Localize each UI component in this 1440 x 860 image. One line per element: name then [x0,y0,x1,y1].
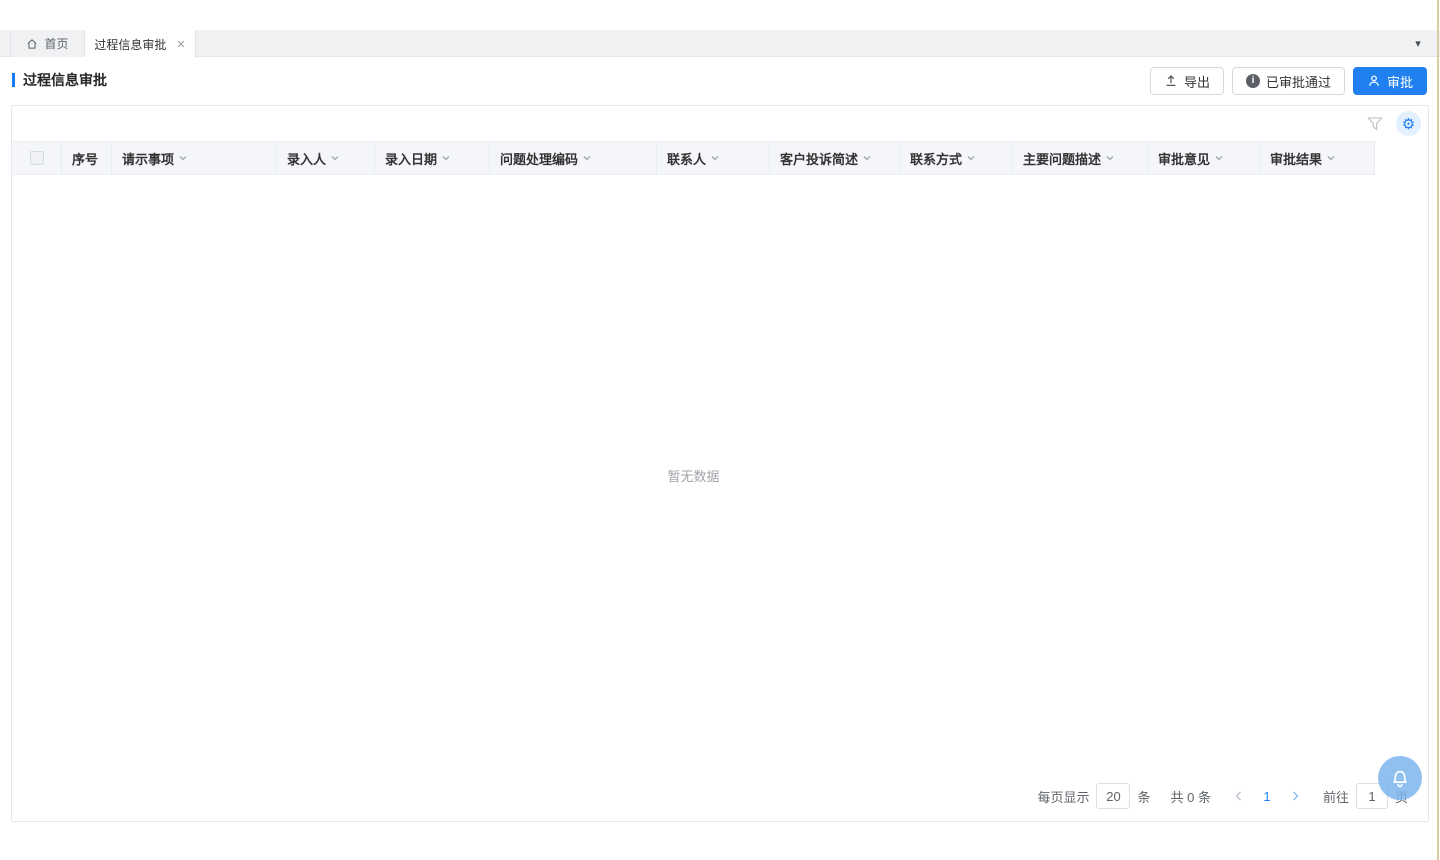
sort-chevron-icon[interactable] [710,153,720,163]
settings-gear-icon[interactable]: ⚙ [1396,111,1421,136]
table-toolbar: ⚙ [12,106,1428,141]
column-header-complaint-summary[interactable]: 客户投诉简述 [770,142,900,174]
column-header-seq: 序号 [62,142,112,174]
per-page-label: 每页显示 [1037,787,1089,806]
title-accent-bar [12,73,15,87]
sort-chevron-icon[interactable] [441,153,451,163]
per-page-unit: 条 [1137,787,1150,806]
sort-chevron-icon[interactable] [1105,153,1115,163]
column-header-approval-result[interactable]: 审批结果 [1260,142,1375,174]
notification-fab[interactable] [1378,756,1422,800]
sort-chevron-icon[interactable] [862,153,872,163]
goto-label: 前往 [1323,787,1349,806]
approve-button-label: 审批 [1387,72,1413,91]
column-header-approval-opinion[interactable]: 审批意见 [1148,142,1260,174]
next-page-icon[interactable] [1281,783,1309,809]
column-header-request-item[interactable]: 请示事项 [112,142,277,174]
approved-button-label: 已审批通过 [1266,72,1331,91]
export-icon [1164,74,1178,88]
empty-state-text: 暂无数据 [667,466,719,485]
page-size-input[interactable] [1096,783,1130,809]
total-count-text: 共 0 条 [1171,787,1211,806]
page-edge-divider [1437,0,1439,860]
column-header-main-issue-desc[interactable]: 主要问题描述 [1013,142,1148,174]
sort-chevron-icon[interactable] [1214,153,1224,163]
approved-info-icon: i [1246,74,1260,88]
tab-active-label: 过程信息审批 [94,36,166,53]
tab-collapse-icon[interactable]: ▾ [1408,30,1428,57]
select-all-cell [12,142,62,174]
action-button-group: 导出 i 已审批通过 审批 [1150,67,1427,95]
table-panel: ⚙ 序号 请示事项 录入人 录入日期 问题处理编码 [11,105,1429,822]
bell-icon [1389,767,1411,789]
tab-process-approval[interactable]: 过程信息审批 ✕ [85,30,196,58]
column-header-entered-by[interactable]: 录入人 [277,142,375,174]
title-bar: 过程信息审批 导出 i 已审批通过 [0,66,1440,96]
approve-button[interactable]: 审批 [1353,67,1427,95]
prev-page-icon[interactable] [1225,783,1253,809]
column-header-entry-date[interactable]: 录入日期 [375,142,490,174]
home-icon [26,38,38,50]
tab-home[interactable]: 首页 [10,30,85,57]
sort-chevron-icon[interactable] [582,153,592,163]
approve-person-icon [1367,74,1381,88]
column-header-contact-method[interactable]: 联系方式 [900,142,1013,174]
column-header-issue-code[interactable]: 问题处理编码 [490,142,657,174]
approved-button[interactable]: i 已审批通过 [1232,67,1345,95]
export-button[interactable]: 导出 [1150,67,1224,95]
export-button-label: 导出 [1184,72,1210,91]
tab-bar: 首页 过程信息审批 ✕ ▾ [0,30,1440,57]
filter-icon[interactable] [1366,115,1384,133]
page-number-1[interactable]: 1 [1253,789,1281,804]
sort-chevron-icon[interactable] [330,153,340,163]
page-title-text: 过程信息审批 [23,70,107,90]
page-title: 过程信息审批 [12,70,107,90]
tab-close-icon[interactable]: ✕ [176,38,185,51]
pagination: 每页显示 条 共 0 条 1 前往 页 [1037,783,1408,809]
sort-chevron-icon[interactable] [1326,153,1336,163]
tab-home-label: 首页 [44,35,68,52]
sort-chevron-icon[interactable] [178,153,188,163]
table-empty-state: 暂无数据 [12,175,1375,775]
select-all-checkbox[interactable] [30,151,44,165]
column-header-contact-person[interactable]: 联系人 [657,142,770,174]
table-header-row: 序号 请示事项 录入人 录入日期 问题处理编码 联系人 [12,141,1375,175]
sort-chevron-icon[interactable] [966,153,976,163]
page-root: 首页 过程信息审批 ✕ ▾ 过程信息审批 导出 i 已审批通过 [0,0,1440,860]
